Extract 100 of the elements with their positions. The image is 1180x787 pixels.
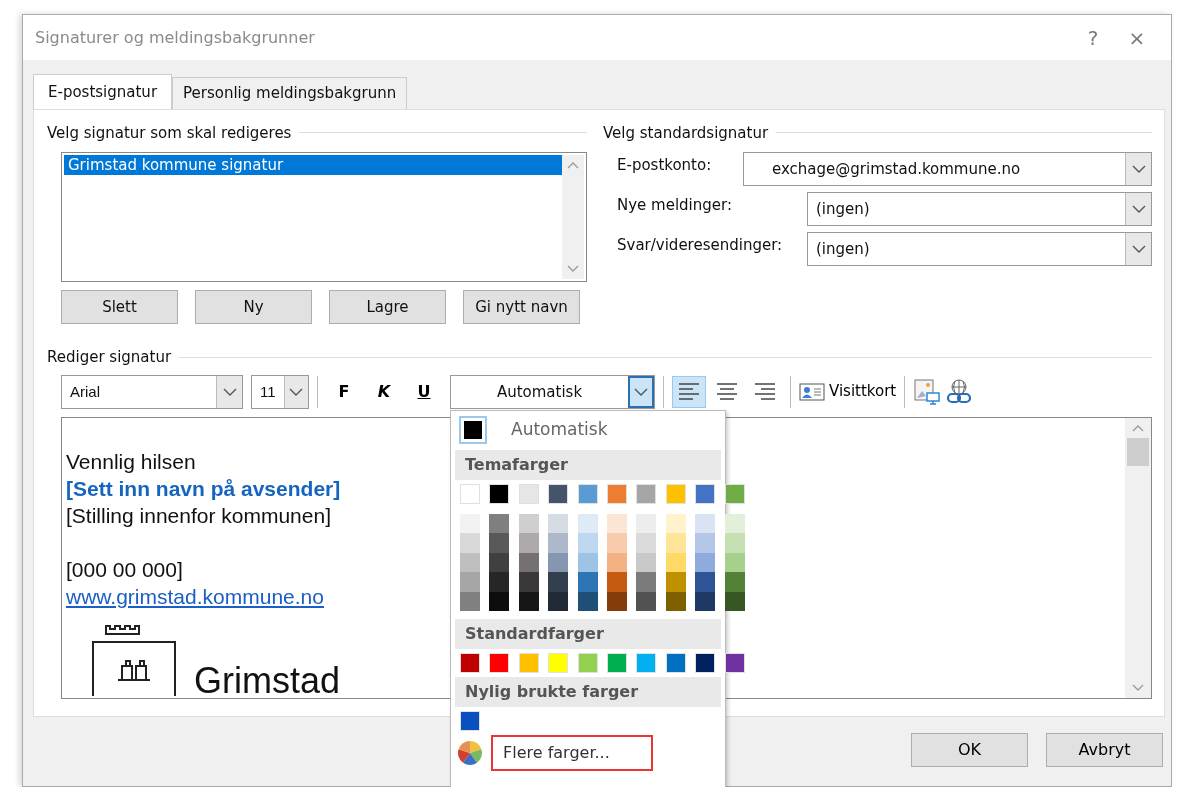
scroll-up-icon[interactable] <box>567 161 579 169</box>
scroll-down-icon[interactable] <box>567 265 579 273</box>
business-card-button[interactable]: Visittkort <box>799 380 897 403</box>
dropdown-caret-icon[interactable] <box>289 387 304 396</box>
color-swatch[interactable] <box>606 653 627 673</box>
color-swatch[interactable] <box>460 552 480 572</box>
color-swatch[interactable] <box>606 552 627 572</box>
color-swatch[interactable] <box>460 711 480 731</box>
color-swatch[interactable] <box>724 572 745 592</box>
action-button[interactable]: Gi nytt navn <box>463 290 580 324</box>
automatic-color-option[interactable]: Automatisk <box>455 413 721 446</box>
color-swatch[interactable] <box>695 483 716 504</box>
color-swatch[interactable] <box>460 591 480 611</box>
color-swatch[interactable] <box>548 513 569 533</box>
color-swatch[interactable] <box>548 591 569 611</box>
color-swatch[interactable] <box>518 533 539 553</box>
color-swatch[interactable] <box>695 513 716 533</box>
font-dropdown[interactable]: Arial <box>61 374 243 409</box>
color-swatch[interactable] <box>518 483 539 504</box>
action-button[interactable]: Lagre <box>329 290 446 324</box>
color-swatch[interactable] <box>518 591 539 611</box>
color-swatch[interactable] <box>548 572 569 592</box>
signature-list[interactable]: Grimstad kommune signatur <box>61 152 587 282</box>
underline-button[interactable]: U <box>406 379 442 404</box>
color-swatch[interactable] <box>636 552 657 572</box>
color-swatch[interactable] <box>636 653 657 673</box>
color-swatch[interactable] <box>724 653 745 673</box>
color-swatch[interactable] <box>577 483 598 504</box>
color-swatch[interactable] <box>460 513 480 533</box>
color-swatch[interactable] <box>606 591 627 611</box>
color-swatch[interactable] <box>489 483 510 504</box>
dropdown-caret-icon[interactable] <box>1131 165 1146 173</box>
color-swatch[interactable] <box>724 483 745 504</box>
color-swatch[interactable] <box>695 533 716 553</box>
color-swatch[interactable] <box>695 572 716 592</box>
tab[interactable]: E-postsignatur <box>33 74 173 109</box>
website-link[interactable]: www.grimstad.kommune.no <box>66 584 324 608</box>
color-swatch[interactable] <box>460 533 480 553</box>
editor-scrollbar[interactable] <box>1125 417 1151 698</box>
color-swatch[interactable] <box>577 533 598 553</box>
color-swatch[interactable] <box>518 572 539 592</box>
color-swatch[interactable] <box>665 653 686 673</box>
action-button[interactable]: Ny <box>195 290 312 324</box>
color-swatch[interactable] <box>636 513 657 533</box>
color-swatch[interactable] <box>577 591 598 611</box>
color-swatch[interactable] <box>489 591 510 611</box>
color-swatch[interactable] <box>548 483 569 504</box>
scrollbar-thumb[interactable] <box>1127 437 1149 466</box>
color-swatch[interactable] <box>665 591 686 611</box>
color-swatch[interactable] <box>606 572 627 592</box>
color-swatch[interactable] <box>724 552 745 572</box>
color-swatch[interactable] <box>724 533 745 553</box>
account-dropdown[interactable]: exchage@grimstad.kommune.no <box>743 152 1152 186</box>
action-button[interactable]: Slett <box>61 290 178 324</box>
color-swatch[interactable] <box>636 572 657 592</box>
more-colors-option[interactable]: Flere farger... <box>491 735 653 771</box>
color-swatch[interactable] <box>577 572 598 592</box>
color-swatch[interactable] <box>518 653 539 673</box>
color-swatch[interactable] <box>665 513 686 533</box>
dialog-button[interactable]: OK <box>911 732 1028 767</box>
color-swatch[interactable] <box>548 552 569 572</box>
color-swatch[interactable] <box>665 552 686 572</box>
color-swatch[interactable] <box>518 513 539 533</box>
globe-link-icon[interactable] <box>945 377 974 406</box>
dropdown-caret-icon[interactable] <box>222 387 237 396</box>
color-swatch[interactable] <box>606 513 627 533</box>
color-swatch[interactable] <box>695 591 716 611</box>
scroll-down-icon[interactable] <box>1132 683 1144 692</box>
dropdown-caret-icon[interactable] <box>634 387 648 396</box>
color-swatch[interactable] <box>460 653 480 673</box>
help-button[interactable]: ? <box>1071 21 1115 54</box>
color-swatch[interactable] <box>460 483 480 504</box>
color-swatch[interactable] <box>636 483 657 504</box>
color-swatch[interactable] <box>695 653 716 673</box>
italic-button[interactable]: K <box>366 379 402 404</box>
color-swatch[interactable] <box>695 552 716 572</box>
color-swatch[interactable] <box>665 533 686 553</box>
dropdown-caret-icon[interactable] <box>1131 205 1146 213</box>
scroll-up-icon[interactable] <box>1132 423 1144 432</box>
color-swatch[interactable] <box>606 533 627 553</box>
picture-icon[interactable] <box>913 377 942 406</box>
color-swatch[interactable] <box>489 572 510 592</box>
list-item[interactable]: Grimstad kommune signatur <box>64 155 562 175</box>
close-button[interactable]: × <box>1115 21 1159 54</box>
color-swatch[interactable] <box>636 533 657 553</box>
color-swatch[interactable] <box>460 572 480 592</box>
color-swatch[interactable] <box>577 552 598 572</box>
bold-button[interactable]: F <box>326 379 362 404</box>
dialog-button[interactable]: Avbryt <box>1046 732 1163 767</box>
color-swatch[interactable] <box>489 513 510 533</box>
font-size-dropdown[interactable]: 11 <box>251 374 309 409</box>
color-swatch[interactable] <box>606 483 627 504</box>
color-swatch[interactable] <box>489 653 510 673</box>
align-left-button[interactable] <box>672 375 706 408</box>
color-swatch[interactable] <box>724 591 745 611</box>
color-swatch[interactable] <box>636 591 657 611</box>
color-swatch[interactable] <box>489 533 510 553</box>
color-swatch[interactable] <box>548 533 569 553</box>
tab[interactable]: Personlig meldingsbakgrunn <box>172 77 408 109</box>
dropdown-caret-icon[interactable] <box>1131 245 1146 253</box>
